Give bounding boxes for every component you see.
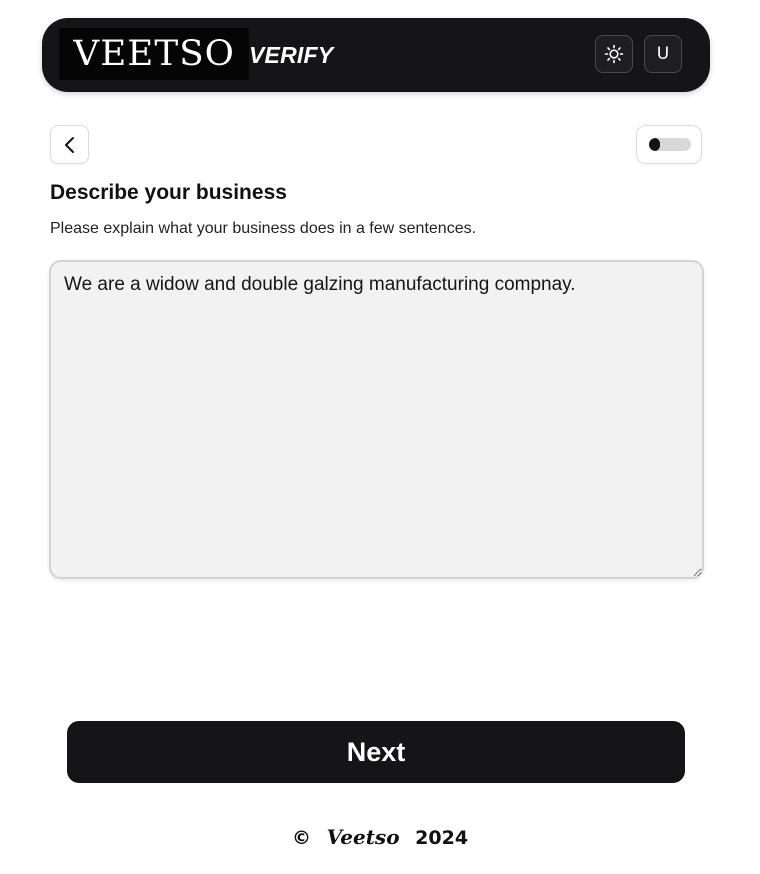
theme-toggle-button[interactable] bbox=[595, 35, 633, 73]
logo-text: VEETSO bbox=[73, 33, 235, 74]
next-button[interactable]: Next bbox=[67, 721, 685, 783]
business-description-textarea[interactable]: We are a widow and double galzing manufa… bbox=[49, 260, 704, 579]
footer-brand: Veetso bbox=[326, 825, 400, 849]
chevron-left-icon bbox=[64, 136, 74, 153]
logo[interactable]: VEETSO bbox=[59, 28, 249, 80]
back-button[interactable] bbox=[50, 125, 89, 164]
page-title: Describe your business bbox=[50, 181, 287, 204]
progress-indicator bbox=[636, 125, 702, 164]
user-initial: U bbox=[656, 44, 670, 64]
top-header: VEETSO VERIFY U bbox=[42, 18, 710, 92]
footer-year: 2024 bbox=[415, 827, 469, 849]
copyright-symbol: © bbox=[291, 827, 311, 849]
progress-track bbox=[649, 138, 691, 151]
user-avatar-button[interactable]: U bbox=[644, 35, 682, 73]
sun-icon bbox=[604, 44, 624, 64]
footer: © Veetso 2024 bbox=[0, 823, 760, 852]
progress-fill bbox=[649, 138, 660, 151]
product-name: VERIFY bbox=[249, 42, 334, 68]
page-subtitle: Please explain what your business does i… bbox=[50, 220, 477, 237]
